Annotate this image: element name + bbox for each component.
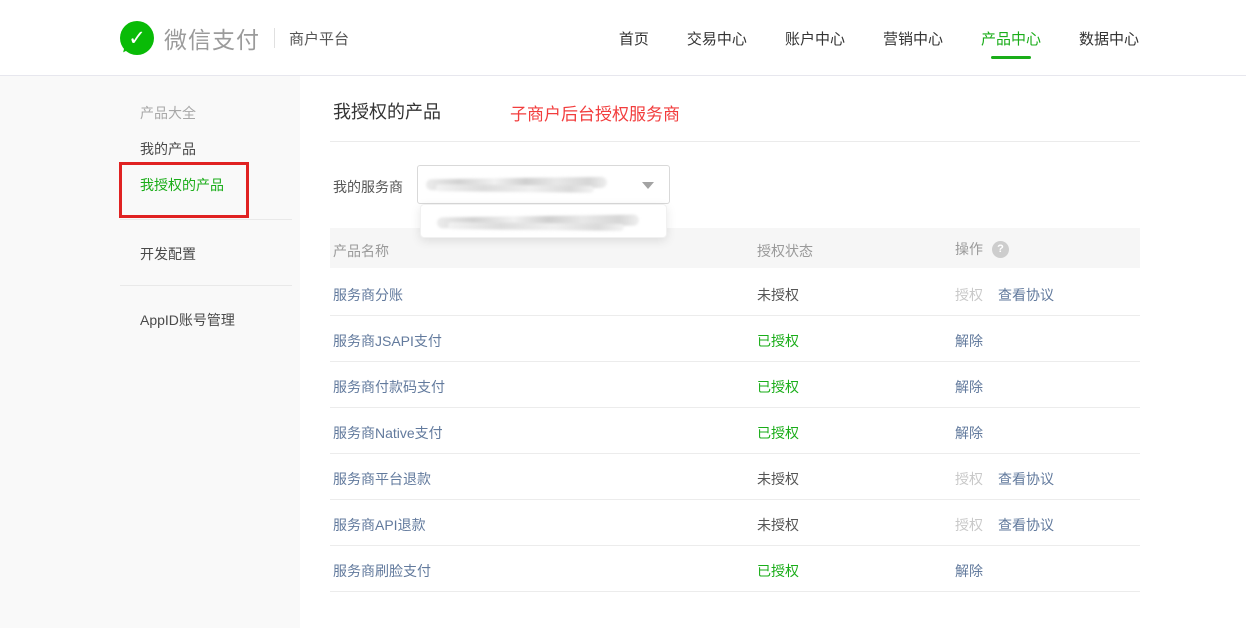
table-row: 服务商API退款 未授权 授权查看协议 xyxy=(330,500,1140,546)
active-nav-underline xyxy=(991,56,1031,59)
nav-item-account-center[interactable]: 账户中心 xyxy=(785,0,845,76)
authorize-link[interactable]: 授权 xyxy=(955,285,983,305)
view-agreement-link[interactable]: 查看协议 xyxy=(998,469,1054,489)
top-bar: ✓ 微信支付 商户平台 首页 交易中心 账户中心 营销中心 产品中心 数据中心 xyxy=(0,0,1246,76)
product-name-link[interactable]: 服务商API退款 xyxy=(333,515,426,535)
row-actions: 授权查看协议 xyxy=(955,285,1054,305)
page-title: 我授权的产品 xyxy=(333,98,441,124)
status-text: 未授权 xyxy=(757,469,799,489)
nav-item-product-center[interactable]: 产品中心 xyxy=(981,0,1041,76)
status-text: 未授权 xyxy=(757,515,799,535)
nav-item-marketing-center[interactable]: 营销中心 xyxy=(883,0,943,76)
table-row: 服务商JSAPI支付 已授权 解除 xyxy=(330,316,1140,362)
sidebar-item-dev-config[interactable]: 开发配置 xyxy=(140,244,196,264)
status-text: 已授权 xyxy=(757,331,799,351)
check-icon: ✓ xyxy=(120,21,154,55)
product-name-link[interactable]: 服务商JSAPI支付 xyxy=(333,331,442,351)
provider-dropdown-option[interactable] xyxy=(420,204,667,238)
wechat-pay-logo-icon: ✓ xyxy=(120,21,154,55)
row-actions: 解除 xyxy=(955,423,983,443)
nav-item-transaction-center[interactable]: 交易中心 xyxy=(687,0,747,76)
nav-item-data-center[interactable]: 数据中心 xyxy=(1079,0,1139,76)
wechat-pay-logo[interactable]: ✓ 微信支付 商户平台 xyxy=(120,0,349,76)
product-name-link[interactable]: 服务商付款码支付 xyxy=(333,377,445,397)
table-row: 服务商刷脸支付 已授权 解除 xyxy=(330,546,1140,592)
brand-name: 微信支付 xyxy=(164,21,260,55)
authorize-link[interactable]: 授权 xyxy=(955,515,983,535)
status-text: 已授权 xyxy=(757,377,799,397)
column-header-action: 操作 ? xyxy=(955,239,1009,259)
sidebar-divider xyxy=(120,219,292,220)
sidebar: 产品大全我的产品我授权的产品开发配置AppID账号管理 xyxy=(0,76,300,628)
row-actions: 授权查看协议 xyxy=(955,515,1054,535)
row-actions: 解除 xyxy=(955,377,983,397)
table-row: 服务商Native支付 已授权 解除 xyxy=(330,408,1140,454)
authorize-link[interactable]: 授权 xyxy=(955,469,983,489)
chevron-down-icon xyxy=(642,182,654,189)
product-name-link[interactable]: 服务商刷脸支付 xyxy=(333,561,431,581)
sidebar-item-product-catalog: 产品大全 xyxy=(140,103,196,123)
red-annotation-text: 子商户后台授权服务商 xyxy=(510,100,680,125)
table-row: 服务商分账 未授权 授权查看协议 xyxy=(330,270,1140,316)
title-divider xyxy=(330,141,1140,142)
remove-link[interactable]: 解除 xyxy=(955,377,983,397)
view-agreement-link[interactable]: 查看协议 xyxy=(998,515,1054,535)
remove-link[interactable]: 解除 xyxy=(955,331,983,351)
table-row: 服务商付款码支付 已授权 解除 xyxy=(330,362,1140,408)
row-actions: 解除 xyxy=(955,561,983,581)
top-nav: 首页 交易中心 账户中心 营销中心 产品中心 数据中心 xyxy=(619,0,1139,76)
brand-divider xyxy=(274,28,275,48)
redacted-option-value xyxy=(437,211,652,231)
merchant-platform-page: ✓ 微信支付 商户平台 首页 交易中心 账户中心 营销中心 产品中心 数据中心 … xyxy=(0,0,1246,628)
product-name-link[interactable]: 服务商分账 xyxy=(333,285,403,305)
status-text: 已授权 xyxy=(757,561,799,581)
provider-select[interactable] xyxy=(417,165,670,204)
remove-link[interactable]: 解除 xyxy=(955,561,983,581)
sidebar-item-appid-account-management[interactable]: AppID账号管理 xyxy=(140,310,235,330)
sidebar-divider xyxy=(120,285,292,286)
column-header-action-label: 操作 xyxy=(955,239,983,259)
row-actions: 解除 xyxy=(955,331,983,351)
remove-link[interactable]: 解除 xyxy=(955,423,983,443)
table-body: 服务商分账 未授权 授权查看协议 服务商JSAPI支付 已授权 解除 服务商付款… xyxy=(330,270,1140,592)
main-content: 我授权的产品 子商户后台授权服务商 我的服务商 产品名称 授权状态 操作 ? 服… xyxy=(300,76,1246,628)
sidebar-item-my-products[interactable]: 我的产品 xyxy=(140,139,196,159)
table-row: 服务商平台退款 未授权 授权查看协议 xyxy=(330,454,1140,500)
status-text: 已授权 xyxy=(757,423,799,443)
column-header-product: 产品名称 xyxy=(333,241,389,261)
product-name-link[interactable]: 服务商Native支付 xyxy=(333,423,443,443)
view-agreement-link[interactable]: 查看协议 xyxy=(998,285,1054,305)
provider-label: 我的服务商 xyxy=(333,177,403,197)
row-actions: 授权查看协议 xyxy=(955,469,1054,489)
nav-item-home[interactable]: 首页 xyxy=(619,0,649,76)
help-icon[interactable]: ? xyxy=(992,241,1009,258)
brand-subtitle: 商户平台 xyxy=(289,28,349,49)
red-highlight-box xyxy=(119,162,249,218)
column-header-status: 授权状态 xyxy=(757,241,813,261)
redacted-provider-value xyxy=(426,173,619,196)
status-text: 未授权 xyxy=(757,285,799,305)
product-name-link[interactable]: 服务商平台退款 xyxy=(333,469,431,489)
